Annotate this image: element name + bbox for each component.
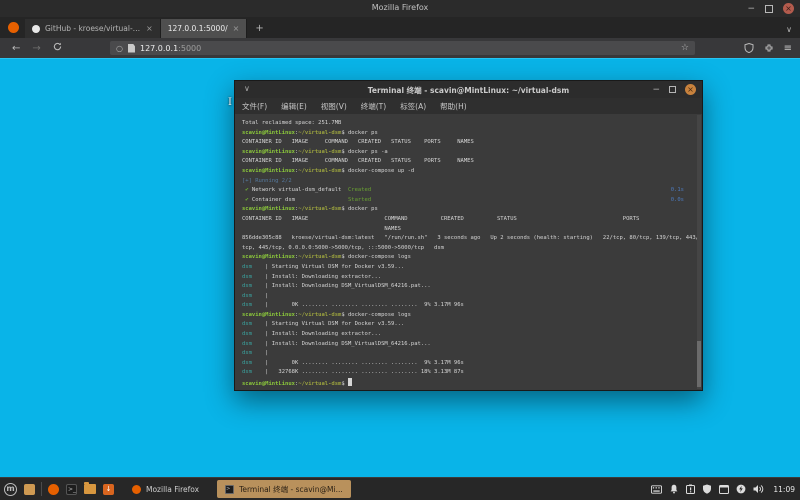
terminal-line: scavin@MintLinux:~/virtual-dsm$ docker p… [242, 129, 378, 136]
firefox-task-icon [132, 484, 141, 494]
tab-localhost[interactable]: 127.0.0.1:5000/ × [160, 19, 248, 38]
firefox-titlebar: Mozilla Firefox − × [0, 0, 800, 17]
url-bar[interactable]: ○ 127.0.0.1:5000 ☆ [110, 41, 695, 55]
minimize-icon[interactable]: − [652, 85, 660, 95]
terminal-line: 856dde305c88 kroese/virtual-dsm:latest "… [242, 235, 699, 242]
menu-tabs[interactable]: 标签(A) [393, 101, 433, 112]
terminal-line: dsm | 0K ........ ........ ........ ....… [242, 359, 464, 366]
window-icon[interactable] [719, 484, 730, 494]
close-icon[interactable]: × [783, 3, 794, 14]
terminal-line: dsm | Install: Downloading extractor... [242, 273, 382, 280]
volume-icon[interactable] [753, 484, 764, 494]
terminal-launcher-icon[interactable]: >_ [66, 483, 77, 495]
ibeam-cursor-icon: I [228, 97, 232, 108]
url-text: 127.0.0.1:5000 [139, 43, 202, 53]
terminal-line: dsm | 0K ........ ........ ........ ....… [242, 302, 464, 309]
terminal-titlebar[interactable]: ∨ Terminal 终端 - scavin@MintLinux: ~/virt… [235, 81, 702, 99]
terminal-line: ✔ Container dsm Started 0.0s [242, 196, 684, 203]
menu-file[interactable]: 文件(F) [235, 101, 274, 112]
terminal-line: dsm | Install: Downloading extractor... [242, 331, 382, 338]
forward-icon[interactable]: → [32, 43, 40, 54]
firefox-launcher-icon[interactable] [48, 483, 59, 495]
terminal-line: NAMES [242, 225, 401, 232]
close-icon[interactable]: × [685, 84, 696, 95]
terminal-line: dsm | Starting Virtual DSM for Docker v3… [242, 321, 405, 328]
terminal-menubar: 文件(F) 编辑(E) 视图(V) 终端(T) 标签(A) 帮助(H) [235, 98, 702, 115]
site-permissions-icon[interactable]: ○ [116, 44, 123, 53]
terminal-line: scavin@MintLinux:~/virtual-dsm$ docker-c… [242, 167, 415, 174]
reload-icon[interactable] [53, 42, 62, 54]
bell-icon[interactable] [669, 484, 679, 494]
terminal-line: scavin@MintLinux:~/virtual-dsm$ docker p… [242, 148, 388, 155]
taskbar: m >_ ↓ Mozilla Firefox > Terminal 终端 - s… [0, 477, 800, 500]
menu-edit[interactable]: 编辑(E) [274, 101, 314, 112]
bookmark-star-icon[interactable]: ☆ [681, 43, 689, 53]
terminal-line: [+] Running 2/2 [242, 177, 292, 184]
terminal-line: dsm | [242, 350, 269, 357]
firefox-window-title: Mozilla Firefox [371, 3, 429, 12]
terminal-line: CONTAINER ID IMAGE COMMAND CREATED STATU… [242, 158, 474, 165]
mint-menu-icon[interactable]: m [4, 482, 17, 496]
terminal-line: scavin@MintLinux:~/virtual-dsm$ [242, 378, 692, 390]
terminal-line: ✔ Network virtual-dsm_default Created 0.1… [242, 187, 684, 194]
power-icon[interactable] [736, 484, 746, 494]
page-icon [127, 43, 135, 53]
files-launcher-icon[interactable] [84, 482, 96, 494]
menu-terminal[interactable]: 终端(T) [354, 101, 393, 112]
firefox-tabbar: GitHub - kroese/virtual-dsm × 127.0.0.1:… [0, 17, 800, 38]
maximize-icon[interactable] [669, 86, 676, 93]
shield-icon[interactable] [702, 484, 712, 494]
clock[interactable]: 11:09 [773, 485, 795, 494]
github-icon [32, 24, 40, 33]
extensions-icon[interactable] [764, 43, 774, 53]
terminal-line: dsm | 32768K ........ ........ ........ … [242, 369, 464, 376]
terminal-line: scavin@MintLinux:~/virtual-dsm$ docker p… [242, 206, 378, 213]
new-tab-button[interactable]: + [255, 23, 263, 34]
terminal-window: ∨ Terminal 终端 - scavin@MintLinux: ~/virt… [234, 80, 703, 391]
terminal-line: tcp, 445/tcp, 0.0.0.0:5000->5000/tcp, ::… [242, 244, 444, 251]
task-terminal[interactable]: > Terminal 终端 - scavin@Mi... [217, 480, 351, 498]
taskbar-separator [41, 482, 42, 496]
terminal-line: scavin@MintLinux:~/virtual-dsm$ docker-c… [242, 254, 411, 261]
updates-icon[interactable] [686, 484, 696, 494]
terminal-line: dsm | Install: Downloading DSM_VirtualDS… [242, 283, 431, 290]
maximize-icon[interactable] [765, 4, 773, 13]
terminal-line: Total reclaimed space: 251.7MB [242, 120, 342, 126]
scrollbar-thumb[interactable] [697, 341, 701, 387]
terminal-line: dsm | Install: Downloading DSM_VirtualDS… [242, 340, 431, 347]
terminal-cursor [347, 378, 352, 387]
terminal-line: dsm | Starting Virtual DSM for Docker v3… [242, 263, 405, 270]
account-shield-icon[interactable] [744, 43, 754, 53]
terminal-content[interactable]: Total reclaimed space: 251.7MB scavin@Min… [235, 114, 702, 390]
back-icon[interactable]: ← [12, 43, 20, 54]
terminal-line: CONTAINER ID IMAGE COMMAND CREATED STATU… [242, 139, 474, 146]
minimize-icon[interactable]: − [747, 4, 755, 14]
menu-icon[interactable]: ≡ [784, 43, 792, 54]
software-launcher-icon[interactable]: ↓ [103, 483, 114, 495]
system-tray: 11:09 [651, 484, 800, 494]
terminal-line: CONTAINER ID IMAGE COMMAND CREATED STATU… [242, 215, 640, 222]
tab-close-icon[interactable]: × [233, 24, 240, 33]
terminal-line: scavin@MintLinux:~/virtual-dsm$ docker-c… [242, 311, 411, 318]
tab-github[interactable]: GitHub - kroese/virtual-dsm × [25, 19, 161, 38]
scrollbar[interactable] [697, 115, 701, 389]
firefox-navbar: ← → ○ 127.0.0.1:5000 ☆ ≡ [0, 38, 800, 58]
desktop: Mozilla Firefox − × GitHub - kroese/virt… [0, 0, 800, 500]
menu-view[interactable]: 视图(V) [314, 101, 354, 112]
list-tabs-chevron-icon[interactable]: ∨ [786, 25, 792, 34]
terminal-task-icon: > [225, 484, 235, 494]
tab-close-icon[interactable]: × [146, 24, 153, 33]
firefox-logo-icon [8, 22, 19, 33]
keyboard-icon[interactable] [651, 484, 663, 494]
terminal-title: Terminal 终端 - scavin@MintLinux: ~/virtua… [367, 86, 570, 95]
task-firefox[interactable]: Mozilla Firefox [124, 480, 207, 498]
terminal-line: dsm | [242, 292, 269, 299]
show-desktop-icon[interactable] [24, 483, 35, 495]
menu-help[interactable]: 帮助(H) [433, 101, 474, 112]
